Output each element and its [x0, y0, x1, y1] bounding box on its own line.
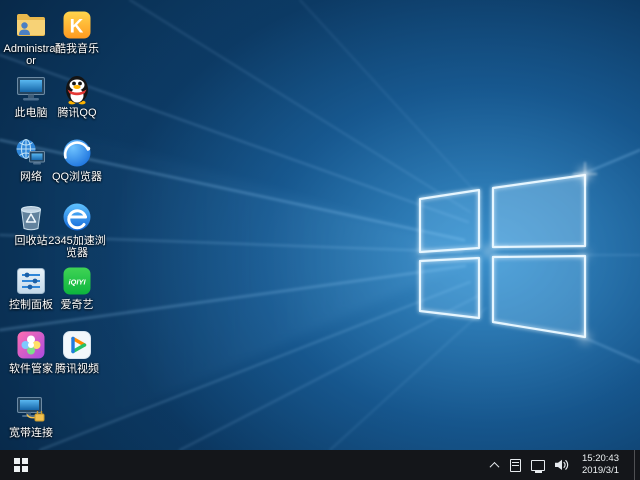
ime-tray-icon[interactable]	[509, 450, 522, 480]
iqiyi-wordmark: iQIYI	[68, 278, 86, 287]
desktop-icon-label: 爱奇艺	[60, 299, 94, 311]
hidden-icons-button[interactable]	[487, 450, 501, 480]
software-manager-icon	[17, 331, 45, 359]
clock-date: 2019/3/1	[582, 465, 619, 476]
desktop-icon-label: 网络	[20, 171, 42, 183]
iqiyi-icon: iQIYI	[63, 267, 91, 295]
user-folder-icon	[17, 14, 45, 36]
speaker-icon	[555, 459, 569, 470]
taskbar-clock[interactable]: 15:20:43 2019/3/1	[578, 450, 626, 480]
desktop-icon-tencent-qq[interactable]: 腾讯QQ	[46, 72, 108, 132]
desktop-icon-iqiyi[interactable]: iQIYI 爱奇艺	[46, 264, 108, 324]
tencent-video-icon	[63, 331, 91, 359]
windows-logo-icon	[14, 458, 28, 472]
network-globe-icon	[16, 139, 45, 165]
desktop-icon-label: 酷我音乐	[55, 43, 99, 55]
recycle-bin-icon	[21, 206, 41, 231]
desktop-icon-label: QQ浏览器	[51, 171, 103, 183]
desktop-icon-qq-browser[interactable]: QQ浏览器	[46, 136, 108, 196]
desktop-icon-label: 腾讯视频	[55, 363, 99, 375]
chevron-up-icon	[489, 461, 499, 472]
desktop-icon-label: 宽带连接	[9, 427, 53, 439]
desktop-icon-label: 此电脑	[14, 107, 48, 119]
desktop-icon-tencent-video[interactable]: 腾讯视频	[46, 328, 108, 388]
kuwo-music-icon: K	[63, 11, 91, 39]
desktop-icon-label: 腾讯QQ	[57, 107, 97, 119]
document-icon	[510, 458, 522, 472]
volume-tray-icon[interactable]	[554, 450, 570, 480]
kuwo-k-glyph: K	[70, 17, 84, 38]
desktop-icon-label: 2345加速浏览器	[48, 235, 106, 260]
network-monitor-icon	[531, 459, 546, 473]
clock-time: 15:20:43	[582, 452, 619, 464]
desktop-icon-kuwo-music[interactable]: K 酷我音乐	[46, 8, 108, 68]
broadband-connection-icon	[17, 397, 45, 422]
computer-monitor-icon	[17, 77, 45, 101]
desktop-icon-label: 回收站	[14, 235, 48, 247]
qq-browser-icon	[63, 139, 91, 167]
qq-penguin-icon	[66, 76, 88, 105]
show-desktop-button[interactable]	[634, 450, 640, 480]
start-button[interactable]	[0, 450, 42, 480]
system-tray: 15:20:43 2019/3/1	[487, 450, 640, 480]
desktop: Administrator 此电脑 网络 回收站 控制面板 软件管家 宽带连接 …	[0, 0, 640, 450]
desktop-icon-2345-browser[interactable]: 2345加速浏览器	[46, 200, 108, 260]
taskbar: 15:20:43 2019/3/1	[0, 450, 640, 480]
2345-browser-icon	[63, 203, 91, 231]
control-panel-icon	[17, 268, 45, 294]
desktop-icon-broadband-connection[interactable]: 宽带连接	[0, 392, 62, 450]
network-tray-icon[interactable]	[530, 450, 546, 480]
